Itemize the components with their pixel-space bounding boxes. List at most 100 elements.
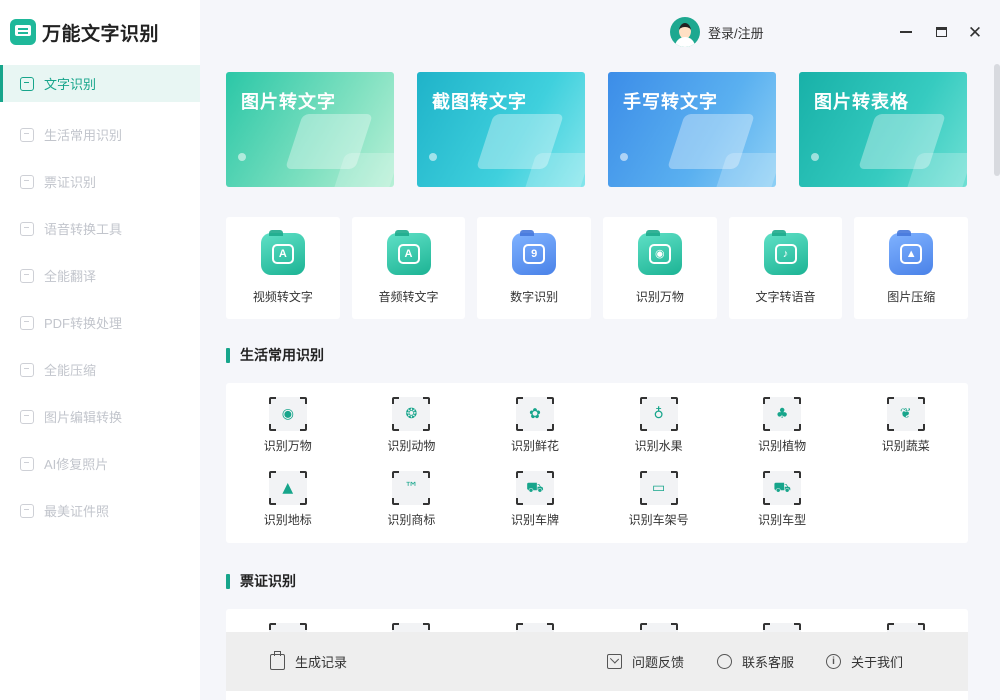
tool-icon-glyph: 9: [523, 244, 546, 264]
banner-card-3[interactable]: 图片转表格: [799, 72, 967, 187]
sidebar: 万能文字识别 文字识别生活常用识别票证识别语音转换工具全能翻译 PDF转换处理全能…: [0, 0, 200, 700]
support-button[interactable]: 联系客服: [717, 652, 794, 671]
life-item-label: 识别车型: [758, 513, 807, 527]
banner-dot: [811, 153, 819, 161]
life-item-2[interactable]: ✿ 识别鲜花: [473, 397, 597, 471]
tool-label: 图片压缩: [887, 290, 936, 304]
landmark-icon: ▲: [268, 471, 307, 505]
banner-card-2[interactable]: 手写转文字: [608, 72, 776, 187]
sidebar-item-2[interactable]: 票证识别: [0, 158, 200, 205]
history-button[interactable]: 生成记录: [270, 650, 348, 671]
sidebar-item-1[interactable]: 生活常用识别: [0, 111, 200, 158]
close-button[interactable]: ✕: [963, 20, 987, 44]
frame-glyph: ⛟: [526, 480, 544, 496]
section-ticket-title: 票证识别: [240, 573, 296, 589]
tool-icon-glyph: A: [397, 244, 420, 264]
life-item-5[interactable]: ❦ 识别蔬菜: [844, 397, 968, 471]
sidebar-item-0[interactable]: 文字识别: [0, 65, 200, 102]
tool-card-3[interactable]: ◉ 识别万物: [603, 217, 717, 319]
sidebar-item-label: 生活常用识别: [44, 128, 123, 143]
scrollbar[interactable]: [994, 64, 1000, 700]
tool-card-2[interactable]: 9 数字识别: [477, 217, 592, 319]
frame-glyph: ✿: [529, 406, 541, 422]
life-item-1[interactable]: ❂ 识别动物: [350, 397, 474, 471]
frame-glyph: ⛟: [773, 480, 791, 496]
maximize-button[interactable]: [929, 20, 953, 44]
about-button[interactable]: 关于我们: [826, 652, 903, 671]
life-item-label: 识别商标: [387, 513, 436, 527]
sidebar-item-label: 全能压缩: [44, 363, 97, 378]
sidebar-nav: 文字识别生活常用识别票证识别语音转换工具全能翻译 PDF转换处理全能压缩图片编辑转…: [0, 65, 200, 534]
tool-label: 文字转语音: [755, 290, 816, 304]
footer-bar: 生成记录 问题反馈 联系客服 关于我们: [226, 632, 968, 691]
life-item-6[interactable]: ▲ 识别地标: [226, 471, 350, 545]
content-bottom-strip: [226, 691, 968, 700]
life-item-label: 识别鲜花: [510, 439, 559, 453]
feedback-label: 问题反馈: [632, 655, 685, 670]
life-item-label: 识别蔬菜: [881, 439, 930, 453]
tool-card-0[interactable]: A 视频转文字: [226, 217, 340, 319]
frame-glyph: ◉: [281, 406, 294, 422]
feature-banners: 图片转文字 截图转文字 手写转文字 图片转表格: [226, 72, 968, 187]
sidebar-item-5[interactable]: PDF转换处理: [0, 299, 200, 346]
sidebar-item-6[interactable]: 全能压缩: [0, 346, 200, 393]
life-item-0[interactable]: ◉ 识别万物: [226, 397, 350, 471]
life-item-label: 识别万物: [263, 439, 312, 453]
life-recognition-grid: ◉ 识别万物 ❂ 识别动物 ✿ 识别鲜花 ♁ 识别水果 ♣ 识别植物 ❦ 识别蔬菜 ▲ 识别地标 ™ 识别商标…: [226, 383, 968, 543]
tool-card-5[interactable]: ▲ 图片压缩: [854, 217, 969, 319]
sidebar-item-icon: [20, 409, 34, 424]
frame-glyph: ▲: [282, 480, 294, 496]
sidebar-item-4[interactable]: 全能翻译: [0, 252, 200, 299]
sidebar-item-icon: [20, 503, 34, 518]
life-item-3[interactable]: ♁ 识别水果: [597, 397, 721, 471]
life-item-label: 识别车牌: [510, 513, 559, 527]
life-item-7[interactable]: ™ 识别商标: [350, 471, 474, 545]
life-item-9[interactable]: ▭ 识别车架号: [597, 471, 721, 545]
tool-label: 数字识别: [510, 290, 559, 304]
tool-icon-glyph: ♪: [774, 244, 797, 264]
section-accent-bar: [226, 573, 230, 589]
tool-card-4[interactable]: ♪ 文字转语音: [728, 217, 843, 319]
sidebar-item-label: 最美证件照: [44, 504, 110, 519]
tool-icon-glyph: ◉: [648, 244, 671, 264]
frame-glyph: ♣: [775, 406, 789, 422]
sidebar-item-3[interactable]: 语音转换工具: [0, 205, 200, 252]
tool-icon: ◉: [637, 230, 682, 275]
sidebar-item-8[interactable]: AI修复照片: [0, 440, 200, 487]
tool-label: 识别万物: [635, 290, 684, 304]
sidebar-item-label: AI修复照片: [44, 457, 109, 472]
sidebar-item-label: 语音转换工具: [44, 222, 123, 237]
scrollbar-thumb[interactable]: [994, 64, 1000, 176]
banner-title: 图片转表格: [814, 92, 909, 112]
sidebar-item-label: 文字识别: [44, 77, 97, 92]
tool-card-1[interactable]: A 音频转文字: [351, 217, 466, 319]
tool-label: 视频转文字: [252, 290, 313, 304]
sidebar-item-7[interactable]: 图片编辑转换: [0, 393, 200, 440]
animal-icon: ❂: [392, 397, 431, 431]
truck-icon: ⛟: [763, 471, 802, 505]
sidebar-item-icon: [20, 174, 34, 189]
history-label: 生成记录: [295, 655, 348, 670]
minimize-button[interactable]: [894, 20, 918, 44]
tool-icon: ▲: [889, 230, 934, 275]
app-brand: 万能文字识别: [0, 0, 200, 64]
life-item-4[interactable]: ♣ 识别植物: [720, 397, 844, 471]
sidebar-item-icon: [20, 268, 34, 283]
section-accent-bar: [226, 347, 230, 363]
main-content: 图片转文字 截图转文字 手写转文字 图片转表格 A 视频转文字 A 音频转文字 9 数字识别 ◉ 识…: [226, 72, 969, 649]
life-item-10[interactable]: ⛟ 识别车型: [720, 471, 844, 545]
sidebar-item-9[interactable]: 最美证件照: [0, 487, 200, 534]
frame-glyph: ™: [404, 480, 419, 496]
tool-label: 音频转文字: [378, 290, 439, 304]
frame-glyph: ❂: [405, 406, 418, 422]
frame-glyph: ❦: [899, 406, 912, 422]
feedback-button[interactable]: 问题反馈: [607, 652, 684, 671]
life-item-8[interactable]: ⛟ 识别车牌: [473, 471, 597, 545]
banner-card-0[interactable]: 图片转文字: [226, 72, 394, 187]
banner-card-1[interactable]: 截图转文字: [417, 72, 585, 187]
login-button[interactable]: 登录/注册: [670, 17, 764, 47]
info-icon: [826, 654, 841, 669]
plant-icon: ♣: [763, 397, 802, 431]
clipboard-icon: [270, 650, 285, 670]
frame-glyph: ♁: [653, 406, 664, 422]
